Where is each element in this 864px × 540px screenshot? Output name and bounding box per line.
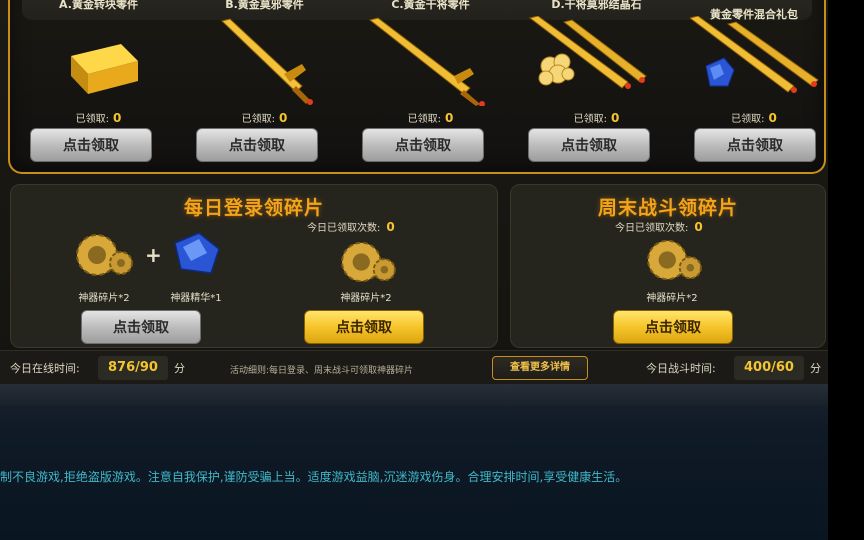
claimed-count: 0 (611, 111, 620, 125)
daily-claim-count: 今日已领取次数: 0 (307, 219, 395, 234)
activity-rules: 活动细则:每日登录、周末战斗可领取神器碎片 (230, 366, 414, 376)
reward-label: 神器碎片*2 (646, 293, 698, 304)
claim-button-mixed[interactable]: 点击领取 (694, 128, 816, 162)
weekend-claim-button[interactable]: 点击领取 (613, 310, 733, 344)
daily-claim-button-gold[interactable]: 点击领取 (304, 310, 424, 344)
golden-blade-icon (368, 17, 485, 106)
claimed-count: 0 (113, 111, 122, 125)
claim-button-c[interactable]: 点击领取 (362, 128, 484, 162)
gold-bar-icon (71, 44, 138, 94)
claim-button-d[interactable]: 点击领取 (528, 128, 650, 162)
more-details-button[interactable]: 查看更多详情 (492, 356, 588, 380)
online-time-label: 今日在线时间: (10, 362, 80, 375)
count-label: 今日已领取次数: (307, 223, 381, 234)
claimed-count: 0 (445, 111, 454, 125)
gear-fragment-icon (647, 239, 702, 281)
reward-panel: A.黄金转块零件 已领取: 0 点击领取 B.黄金莫邪零件 已领取: 0 点击领取 … (8, 0, 826, 174)
claim-button-a[interactable]: 点击领取 (30, 128, 152, 162)
item-title: B.黄金莫邪零件 (225, 0, 304, 11)
golden-sword-icon (221, 18, 313, 105)
health-notice: 制不良游戏,拒绝盗版游戏。注意自我保护,谨防受骗上当。适度游戏益脑,沉迷游戏伤身… (0, 470, 628, 484)
reward-label: 神器碎片*2 (78, 293, 130, 304)
daily-claim-button-gray[interactable]: 点击领取 (81, 310, 201, 344)
online-time-value: 876/90 (98, 356, 168, 380)
info-bar: 今日在线时间: 876/90 分 活动细则:每日登录、周末战斗可领取神器碎片 今… (0, 350, 828, 384)
claimed-label: 已领取: (241, 114, 275, 125)
blurred-toolbar (0, 384, 828, 406)
game-background (0, 384, 828, 540)
weekend-battle-title: 周末战斗领碎片 (597, 197, 738, 219)
battle-time-value: 400/60 (734, 356, 804, 380)
reward-label: 神器精华*1 (170, 293, 222, 304)
count-value: 0 (386, 220, 395, 234)
claimed-label: 已领取: (573, 114, 607, 125)
daily-login-title: 每日登录领碎片 (183, 197, 324, 219)
claimed-label: 已领取: (731, 114, 765, 125)
weekend-battle-panel: 周末战斗领碎片 今日已领取次数: 0 神器碎片*2 点击领取 (510, 184, 826, 348)
claimed-count: 0 (768, 111, 777, 125)
daily-login-panel: 每日登录领碎片 + 神器碎片*2 神器精华*1 点击领取 今日已领取次数: 0 神… (10, 184, 498, 348)
item-title: D.干将莫邪结晶石 (551, 0, 642, 11)
claimed-count: 0 (279, 111, 288, 125)
game-window: A.黄金转块零件 已领取: 0 点击领取 B.黄金莫邪零件 已领取: 0 点击领取 … (0, 0, 828, 540)
gear-fragment-icon (341, 241, 396, 283)
item-title: A.黄金转块零件 (59, 0, 138, 11)
item-title: C.黄金干将零件 (391, 0, 470, 11)
count-label: 今日已领取次数: (615, 223, 689, 234)
reward-item-mixed: 黄金零件混合礼包 已领取: 0 点击领取 (680, 0, 828, 174)
blue-gem-icon (174, 232, 220, 274)
crystal-swords-icon (528, 16, 647, 89)
mixed-gift-icon (690, 16, 819, 93)
plus-sign: + (145, 243, 162, 267)
gear-fragment-icon (76, 234, 133, 276)
reward-label: 神器碎片*2 (340, 293, 392, 304)
claimed-label: 已领取: (407, 114, 441, 125)
weekend-claim-count: 今日已领取次数: 0 (615, 219, 703, 234)
right-edge-bar (828, 0, 864, 540)
count-value: 0 (694, 220, 703, 234)
reward-item-d: D.干将莫邪结晶石 已领取: 0 点击领取 (514, 0, 679, 174)
reward-item-b: B.黄金莫邪零件 已领取: 0 点击领取 (182, 0, 347, 174)
battle-time-label: 今日战斗时间: (646, 362, 716, 375)
claim-button-b[interactable]: 点击领取 (196, 128, 318, 162)
reward-item-a: A.黄金转块零件 已领取: 0 点击领取 (16, 0, 181, 174)
claimed-label: 已领取: (75, 114, 109, 125)
battle-time-unit: 分 (810, 362, 821, 375)
reward-item-c: C.黄金干将零件 已领取: 0 点击领取 (348, 0, 513, 174)
online-time-unit: 分 (174, 362, 185, 375)
